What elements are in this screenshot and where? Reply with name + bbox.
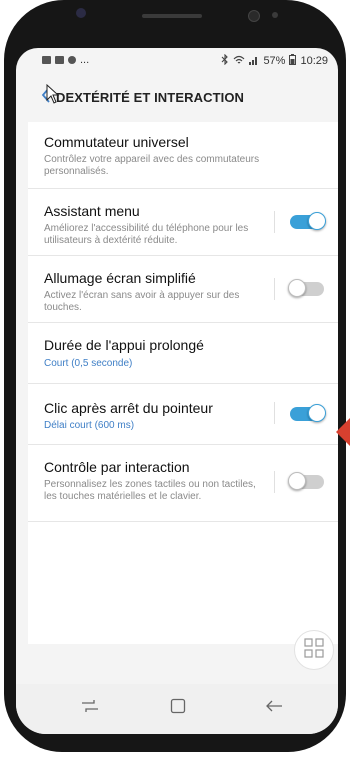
setting-assistant-menu[interactable]: Assistant menu Améliorez l'accessibilité… — [28, 189, 338, 256]
back-nav-button[interactable] — [262, 698, 286, 718]
gallery-icon — [42, 56, 51, 64]
setting-title: Assistant menu — [44, 203, 140, 219]
setting-description: Contrôlez votre appareil avec des commut… — [44, 154, 260, 177]
toggle-knob — [308, 404, 326, 422]
setting-easy-screen-turn-on[interactable]: Allumage écran simplifié Activez l'écran… — [28, 256, 338, 323]
wifi-icon — [233, 55, 245, 68]
assistant-menu-toggle[interactable] — [290, 212, 326, 230]
flipboard-icon — [55, 56, 64, 64]
battery-percent: 57% — [263, 55, 286, 67]
proximity-sensor — [248, 10, 260, 22]
status-left: ... — [42, 54, 89, 66]
toggle-knob — [308, 212, 326, 230]
assistant-menu-floating-button[interactable] — [294, 630, 334, 670]
click-after-pointer-stops-toggle[interactable] — [290, 404, 326, 422]
front-camera — [76, 8, 86, 18]
person-icon — [68, 56, 76, 64]
back-arrow-icon — [265, 699, 283, 717]
setting-touch-and-hold-delay[interactable]: Durée de l'appui prolongé Court (0,5 sec… — [28, 323, 338, 384]
setting-title: Commutateur universel — [44, 134, 189, 150]
setting-title: Contrôle par interaction — [44, 459, 190, 475]
setting-title: Allumage écran simplifié — [44, 270, 196, 286]
status-dots: ... — [80, 54, 90, 66]
setting-value: Court (0,5 seconde) — [44, 358, 133, 369]
setting-description: Personnalisez les zones tactiles ou non … — [44, 479, 256, 502]
page-title: DEXTÉRITÉ ET INTERACTION — [56, 90, 245, 105]
setting-interaction-control[interactable]: Contrôle par interaction Personnalisez l… — [28, 445, 338, 522]
navigation-bar — [16, 684, 338, 734]
toggle-knob — [288, 279, 306, 297]
status-bar: ... 57% 10:29 — [16, 48, 338, 72]
easy-screen-turn-on-toggle[interactable] — [288, 279, 324, 297]
signal-icon — [249, 55, 259, 68]
setting-description: Activez l'écran sans avoir à appuyer sur… — [44, 290, 240, 313]
setting-universal-switch[interactable]: Commutateur universel Contrôlez votre ap… — [28, 122, 338, 189]
setting-title: Durée de l'appui prolongé — [44, 337, 204, 353]
setting-title: Clic après arrêt du pointeur — [44, 400, 213, 416]
vertical-divider — [274, 278, 275, 300]
screen: ... 57% 10:29 DEXTÉRITÉ ET INTERACTION C… — [16, 48, 338, 734]
iris-sensor — [272, 12, 278, 18]
settings-list: Commutateur universel Contrôlez votre ap… — [28, 122, 338, 644]
side-marker — [336, 418, 350, 446]
phone-frame: ... 57% 10:29 DEXTÉRITÉ ET INTERACTION C… — [4, 0, 346, 752]
home-icon — [170, 698, 186, 719]
clock: 10:29 — [300, 55, 328, 67]
vertical-divider — [274, 211, 275, 233]
toggle-knob — [288, 472, 306, 490]
bluetooth-icon — [221, 53, 229, 68]
vertical-divider — [274, 471, 275, 493]
setting-description: Améliorez l'accessibilité du téléphone p… — [44, 223, 249, 246]
recents-button[interactable] — [78, 698, 102, 718]
setting-value: Délai court (600 ms) — [44, 420, 135, 431]
status-right: 57% 10:29 — [221, 53, 328, 68]
battery-icon — [289, 54, 297, 68]
home-button[interactable] — [166, 698, 190, 718]
vertical-divider — [274, 402, 275, 424]
setting-click-after-pointer-stops[interactable]: Clic après arrêt du pointeur Délai court… — [28, 384, 338, 445]
earpiece-speaker — [142, 14, 202, 18]
grid-icon — [304, 637, 324, 663]
interaction-control-toggle[interactable] — [288, 472, 324, 490]
recents-icon — [80, 699, 100, 718]
app-bar: DEXTÉRITÉ ET INTERACTION — [16, 76, 338, 120]
mouse-pointer-icon — [46, 83, 60, 109]
